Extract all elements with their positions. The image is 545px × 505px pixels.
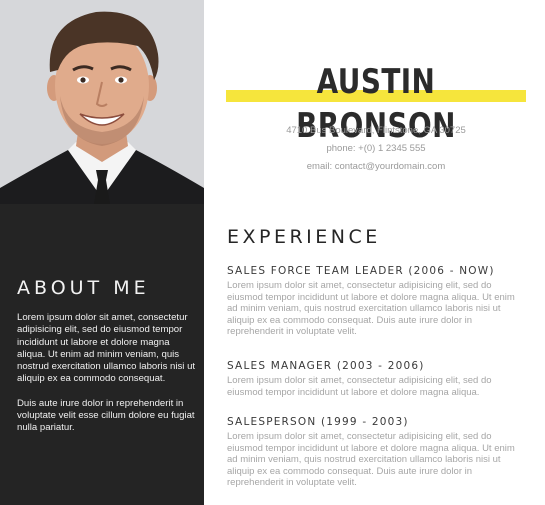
contact-phone: phone: +(0) 1 2345 555 [326, 143, 426, 154]
about-text: Lorem ipsum dolor sit amet, consectetur … [17, 312, 197, 435]
job-title: SALES MANAGER (2003 - 2006) [227, 360, 425, 372]
contact-address: 4710 Bus Boulevard, Flintstone, GA 30725 [286, 125, 466, 136]
name-block: AUSTIN BRONSON [226, 60, 526, 146]
about-paragraph-2: Duis aute irure dolor in reprehenderit i… [17, 397, 195, 434]
portrait-illustration [0, 0, 204, 204]
resume-page: ABOUT ME Lorem ipsum dolor sit amet, con… [0, 0, 545, 505]
job-description: Lorem ipsum dolor sit amet, consectetur … [227, 280, 515, 338]
contact-info: 4710 Bus Boulevard, Flintstone, GA 30725… [226, 122, 526, 176]
experience-title: EXPERIENCE [227, 226, 381, 248]
job-title: SALESPERSON (1999 - 2003) [227, 416, 409, 428]
job-entry: SALESPERSON (1999 - 2003) Lorem ipsum do… [227, 415, 527, 489]
contact-email: email: contact@yourdomain.com [306, 161, 446, 172]
job-title: SALES FORCE TEAM LEADER (2006 - NOW) [227, 265, 495, 277]
job-entry: SALES MANAGER (2003 - 2006) Lorem ipsum … [227, 359, 527, 398]
job-description: Lorem ipsum dolor sit amet, consectetur … [227, 431, 515, 489]
job-entry: SALES FORCE TEAM LEADER (2006 - NOW) Lor… [227, 264, 527, 338]
profile-photo [0, 0, 204, 204]
about-title: ABOUT ME [17, 277, 150, 299]
about-paragraph-1: Lorem ipsum dolor sit amet, consectetur … [17, 312, 196, 385]
job-description: Lorem ipsum dolor sit amet, consectetur … [227, 375, 492, 398]
sidebar: ABOUT ME Lorem ipsum dolor sit amet, con… [0, 204, 204, 505]
